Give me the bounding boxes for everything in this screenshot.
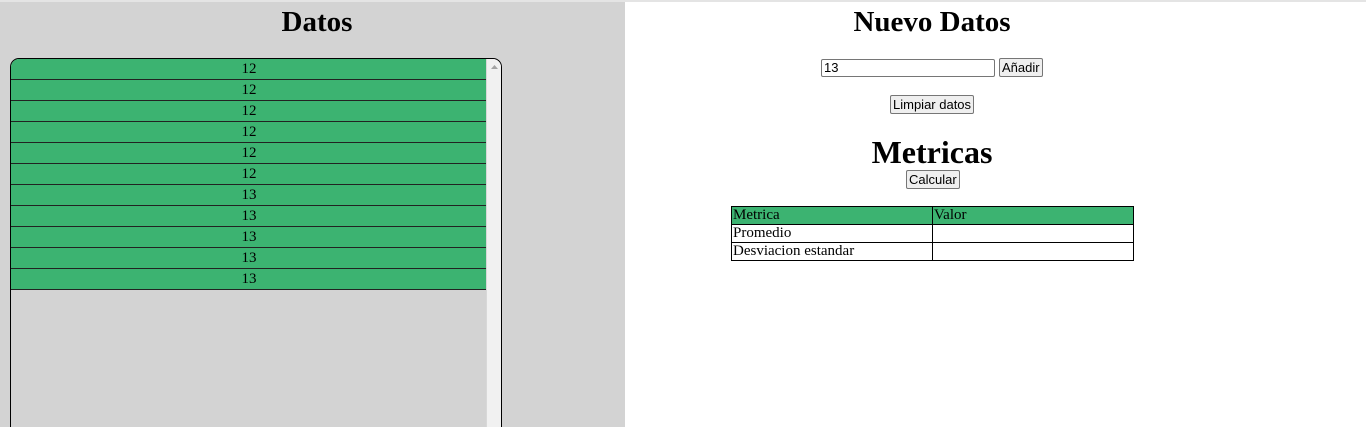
metric-value-cell xyxy=(932,224,1134,243)
number-input[interactable] xyxy=(821,58,995,77)
metric-column-header: Metrica xyxy=(731,206,933,225)
datos-panel: Datos 12 12 12 12 12 12 13 13 13 13 13 xyxy=(0,2,625,427)
calculate-button[interactable]: Calcular xyxy=(906,170,960,189)
add-row: Añadir xyxy=(821,58,1043,77)
app-page: Datos 12 12 12 12 12 12 13 13 13 13 13 Nuevo Datos… xyxy=(0,0,1366,427)
nuevo-panel: Nuevo Datos Añadir Limpiar datos Metrica… xyxy=(625,2,1366,427)
metricas-title: Metricas xyxy=(871,134,993,170)
metrics-header-row: Metrica Valor xyxy=(731,206,1134,225)
scroll-up-arrow-icon[interactable] xyxy=(487,59,501,75)
table-row: Desviacion estandar xyxy=(731,242,1134,261)
list-item: 12 xyxy=(11,80,487,101)
metric-value-cell xyxy=(932,242,1134,261)
list-item: 12 xyxy=(11,59,487,80)
datos-list[interactable]: 12 12 12 12 12 12 13 13 13 13 13 xyxy=(10,58,502,427)
clear-data-button[interactable]: Limpiar datos xyxy=(890,95,975,114)
metric-name-cell: Desviacion estandar xyxy=(731,242,933,261)
list-item: 12 xyxy=(11,143,487,164)
list-item: 13 xyxy=(11,269,487,290)
list-scrollbar[interactable] xyxy=(486,59,501,427)
nuevo-title: Nuevo Datos xyxy=(853,6,1011,38)
add-button[interactable]: Añadir xyxy=(999,58,1043,77)
list-item: 13 xyxy=(11,227,487,248)
list-item: 12 xyxy=(11,164,487,185)
metrics-table: Metrica Valor Promedio Desviacion estand… xyxy=(731,206,1134,261)
datos-title: Datos xyxy=(281,6,353,38)
datos-rows: 12 12 12 12 12 12 13 13 13 13 13 xyxy=(11,59,487,290)
metric-name-cell: Promedio xyxy=(731,224,933,243)
value-column-header: Valor xyxy=(932,206,1134,225)
list-item: 12 xyxy=(11,122,487,143)
list-item: 13 xyxy=(11,248,487,269)
table-row: Promedio xyxy=(731,224,1134,243)
list-item: 12 xyxy=(11,101,487,122)
list-item: 13 xyxy=(11,185,487,206)
list-item: 13 xyxy=(11,206,487,227)
